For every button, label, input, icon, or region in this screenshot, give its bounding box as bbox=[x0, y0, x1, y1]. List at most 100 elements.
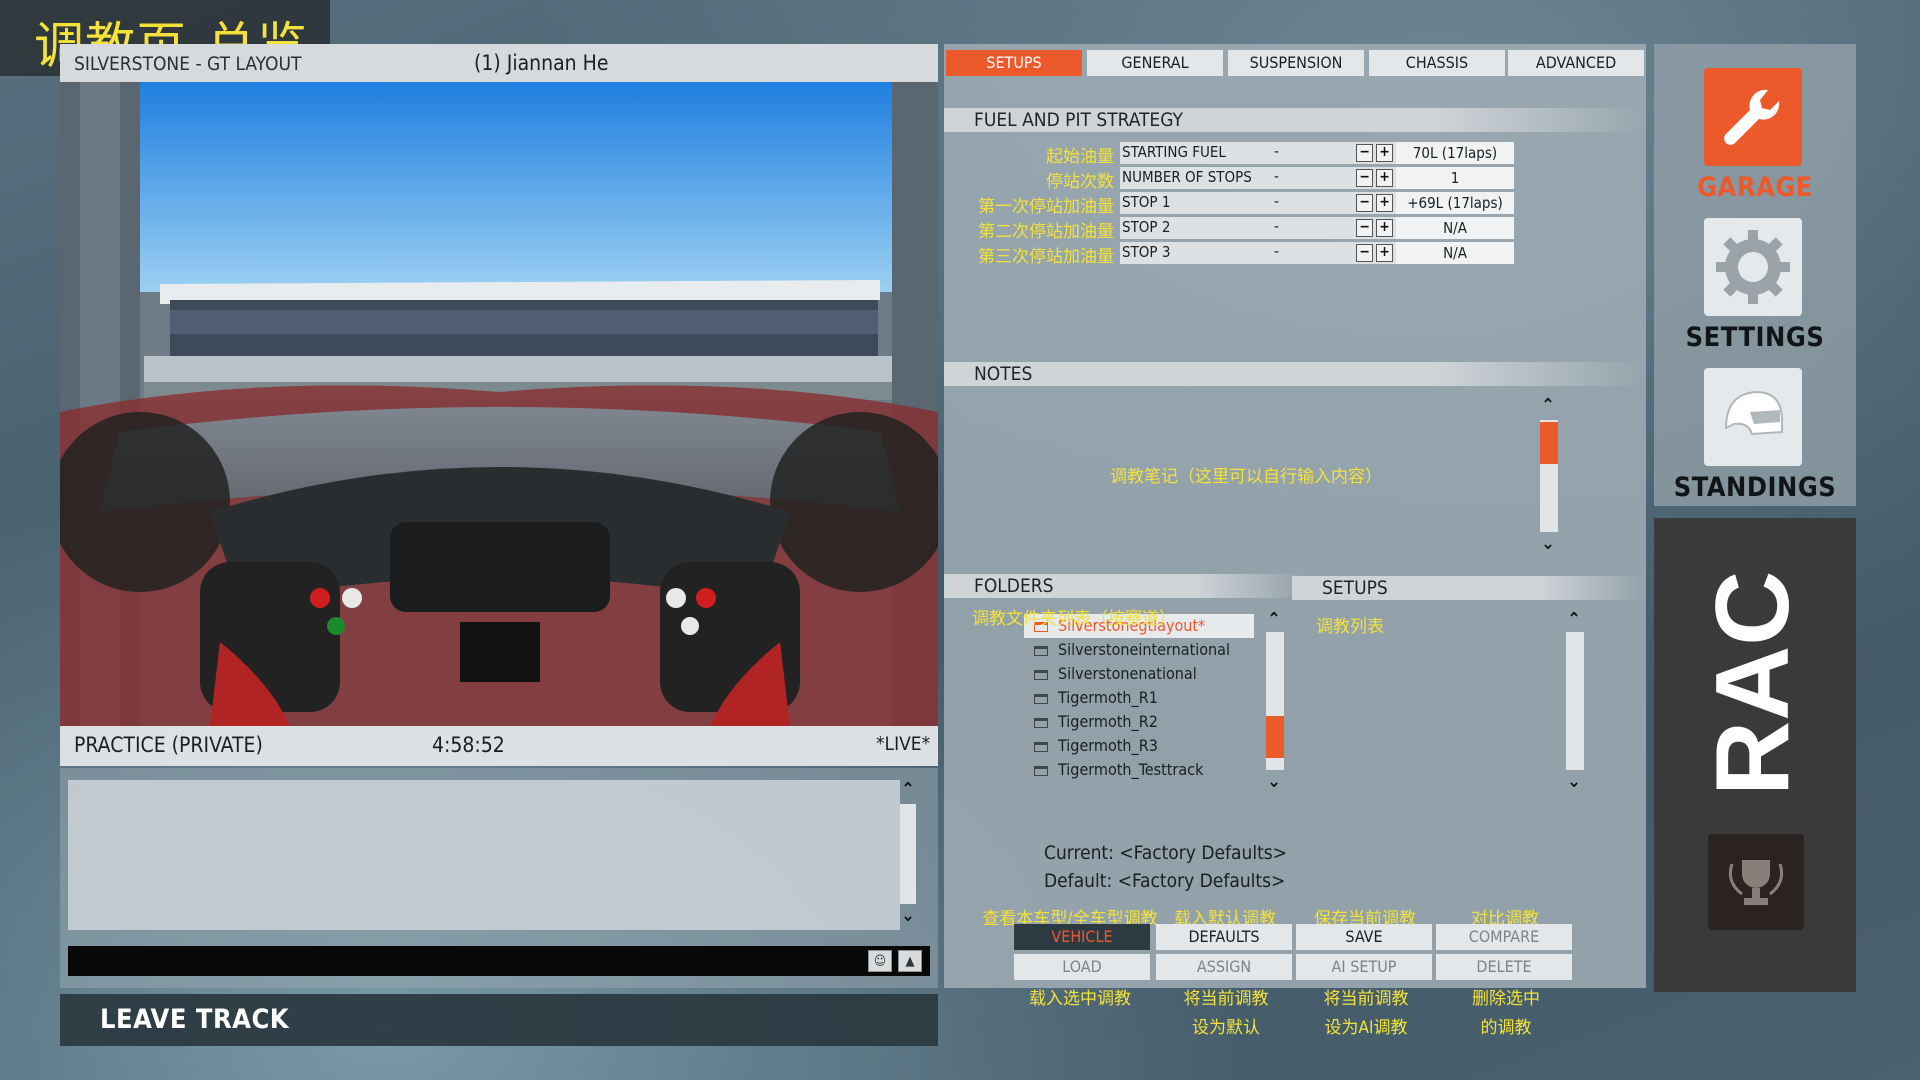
driver-name: (1) Jiannan He bbox=[474, 51, 609, 75]
notes-scroll-down-icon[interactable]: ⌄ bbox=[1536, 534, 1560, 554]
settings-label[interactable]: SETTINGS bbox=[1654, 322, 1856, 353]
chat-scroll-up-icon[interactable]: ⌃ bbox=[896, 780, 920, 800]
folder-item[interactable]: Tigermoth_R3 bbox=[1034, 736, 1158, 758]
folder-item[interactable]: Silverstonenational bbox=[1034, 664, 1197, 686]
setups-scroll-down-icon[interactable]: ⌄ bbox=[1562, 772, 1586, 792]
increase-button[interactable]: + bbox=[1376, 169, 1393, 187]
fuel-row-number-of-stops: 停站次数 NUMBER OF STOPS - − + 1 bbox=[944, 167, 1514, 192]
live-indicator: *LIVE* bbox=[876, 733, 931, 755]
setups-scrollbar[interactable] bbox=[1566, 632, 1584, 770]
compare-button[interactable]: COMPARE bbox=[1436, 924, 1572, 950]
trophy-button[interactable] bbox=[1708, 834, 1804, 930]
chat-emote-icon[interactable]: ☺ bbox=[868, 950, 892, 972]
current-setup: Current: <Factory Defaults> bbox=[1044, 842, 1288, 864]
folder-icon bbox=[1034, 717, 1048, 728]
gear-icon bbox=[1716, 230, 1790, 304]
wrench-icon bbox=[1724, 89, 1780, 145]
folder-item-label: Tigermoth_R3 bbox=[1058, 736, 1158, 755]
fuel-row-starting-fuel: 起始油量 STARTING FUEL - − + 70L (17laps) bbox=[944, 142, 1514, 167]
decrease-button[interactable]: − bbox=[1356, 144, 1373, 162]
chat-input[interactable] bbox=[68, 946, 930, 976]
annotation-assign: 将当前调教 设为默认 bbox=[1156, 984, 1296, 1038]
save-button[interactable]: SAVE bbox=[1296, 924, 1432, 950]
garage-button[interactable] bbox=[1704, 68, 1802, 166]
folders-section-title: FOLDERS bbox=[944, 574, 1304, 598]
setups-scroll-up-icon[interactable]: ⌃ bbox=[1562, 610, 1586, 630]
fuel-row-label: NUMBER OF STOPS bbox=[1122, 168, 1252, 186]
tab-suspension[interactable]: SUSPENSION bbox=[1228, 50, 1364, 76]
annotation-line: 设为默认 bbox=[1192, 1018, 1260, 1038]
load-button[interactable]: LOAD bbox=[1014, 954, 1150, 980]
chat-scroll-down-icon[interactable]: ⌄ bbox=[896, 906, 920, 926]
increase-button[interactable]: + bbox=[1376, 244, 1393, 262]
fuel-row-cn: 起始油量 bbox=[1046, 147, 1114, 167]
fuel-row-label: STOP 3 bbox=[1122, 243, 1171, 261]
folder-item-label: Tigermoth_R2 bbox=[1058, 712, 1158, 731]
standings-label[interactable]: STANDINGS bbox=[1654, 472, 1856, 503]
tab-chassis[interactable]: CHASSIS bbox=[1369, 50, 1505, 76]
fuel-section-title: FUEL AND PIT STRATEGY bbox=[944, 108, 1644, 132]
chat-scrollbar[interactable] bbox=[900, 804, 916, 904]
chat-send-icon[interactable]: ▲ bbox=[898, 950, 922, 972]
tab-advanced[interactable]: ADVANCED bbox=[1508, 50, 1644, 76]
decrease-button[interactable]: − bbox=[1356, 244, 1373, 262]
assign-button[interactable]: ASSIGN bbox=[1156, 954, 1292, 980]
track-name: SILVERSTONE - GT LAYOUT bbox=[74, 53, 302, 75]
increase-button[interactable]: + bbox=[1376, 194, 1393, 212]
delete-button[interactable]: DELETE bbox=[1436, 954, 1572, 980]
race-button[interactable]: RACE bbox=[1695, 501, 1811, 810]
folders-scroll-thumb[interactable] bbox=[1266, 716, 1284, 758]
folder-icon bbox=[1034, 645, 1048, 656]
folder-icon bbox=[1034, 693, 1048, 704]
fuel-row-value: +69L (17laps) bbox=[1396, 192, 1514, 214]
annotation-load: 载入选中调教 bbox=[1010, 984, 1150, 1009]
folder-item[interactable]: Tigermoth_R1 bbox=[1034, 688, 1158, 710]
decrease-button[interactable]: − bbox=[1356, 194, 1373, 212]
fuel-row-dash: - bbox=[1274, 167, 1279, 185]
annotation-line: 的调教 bbox=[1480, 1018, 1532, 1038]
standings-button[interactable] bbox=[1704, 368, 1802, 466]
fuel-row-cn: 第一次停站加油量 bbox=[978, 197, 1114, 217]
default-setup: Default: <Factory Defaults> bbox=[1044, 870, 1286, 892]
fuel-row-value: 1 bbox=[1396, 167, 1514, 189]
defaults-button[interactable]: DEFAULTS bbox=[1156, 924, 1292, 950]
fuel-row-dash: - bbox=[1274, 242, 1279, 260]
leave-track-button[interactable]: LEAVE TRACK bbox=[100, 1004, 289, 1035]
tab-general[interactable]: GENERAL bbox=[1087, 50, 1223, 76]
annotation-line: 载入选中调教 bbox=[1029, 989, 1131, 1009]
vehicle-button[interactable]: VEHICLE bbox=[1014, 924, 1150, 950]
folders-scroll-up-icon[interactable]: ⌃ bbox=[1262, 610, 1286, 630]
folder-icon bbox=[1034, 669, 1048, 680]
increase-button[interactable]: + bbox=[1376, 144, 1393, 162]
annotation-delete: 删除选中 的调教 bbox=[1436, 984, 1576, 1038]
folder-item[interactable]: Silverstoneinternational bbox=[1034, 640, 1230, 662]
trophy-icon bbox=[1728, 860, 1784, 905]
folder-item-label: Tigermoth_R1 bbox=[1058, 688, 1158, 707]
folders-annotation: 调教文件夹列表（按赛道） bbox=[972, 609, 1176, 629]
garage-label[interactable]: GARAGE bbox=[1654, 172, 1856, 203]
annotation-line: 删除选中 bbox=[1472, 989, 1540, 1009]
increase-button[interactable]: + bbox=[1376, 219, 1393, 237]
decrease-button[interactable]: − bbox=[1356, 169, 1373, 187]
notes-annotation: 调教笔记（这里可以自行输入内容） bbox=[1110, 467, 1382, 487]
race-label: RACE bbox=[1704, 570, 1800, 796]
folder-item[interactable]: Tigermoth_Testtrack bbox=[1034, 760, 1203, 782]
chat-log[interactable] bbox=[68, 780, 900, 930]
tab-setups[interactable]: SETUPS bbox=[946, 50, 1082, 76]
fuel-row-value: N/A bbox=[1396, 242, 1514, 264]
annotation-line: 将当前调教 bbox=[1183, 989, 1269, 1009]
decrease-button[interactable]: − bbox=[1356, 219, 1373, 237]
fuel-row-dash: - bbox=[1274, 142, 1279, 160]
fuel-row-cn: 停站次数 bbox=[1046, 172, 1114, 192]
folders-scroll-down-icon[interactable]: ⌄ bbox=[1262, 772, 1286, 792]
setups-list[interactable] bbox=[1310, 632, 1550, 772]
settings-button[interactable] bbox=[1704, 218, 1802, 316]
folder-item[interactable]: Tigermoth_R2 bbox=[1034, 712, 1158, 734]
annotation-ai-setup: 将当前调教 设为AI调教 bbox=[1296, 984, 1436, 1038]
ai-setup-button[interactable]: AI SETUP bbox=[1296, 954, 1432, 980]
folder-item-label: Silverstoneinternational bbox=[1058, 640, 1230, 659]
fuel-row-stop-3: 第三次停站加油量 STOP 3 - − + N/A bbox=[944, 242, 1514, 267]
notes-scroll-up-icon[interactable]: ⌃ bbox=[1536, 396, 1560, 416]
notes-scroll-thumb[interactable] bbox=[1540, 422, 1558, 464]
notes-section-title: NOTES bbox=[944, 362, 1644, 386]
